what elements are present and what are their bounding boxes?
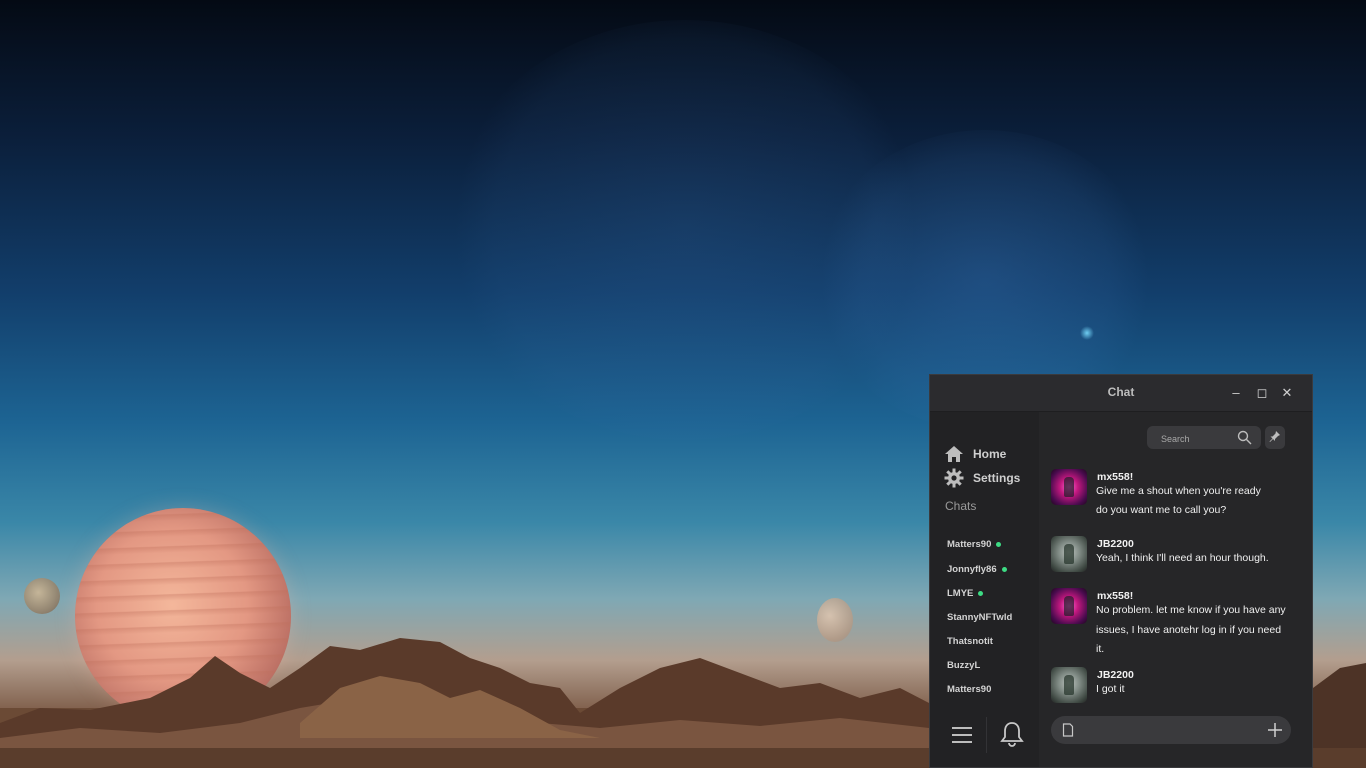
contact-item[interactable]: LMYE <box>947 586 984 600</box>
chat-window: Chat – ◻ ✕ Home Settings Chats Matters90… <box>929 374 1313 768</box>
online-status-dot <box>1001 566 1007 572</box>
online-status-dot <box>996 541 1002 547</box>
sidebar: Home Settings Chats Matters90 Jonnyfly86… <box>930 412 1039 767</box>
message-item: mx558! No problem. let me know if you ha… <box>1051 588 1291 662</box>
plus-icon[interactable] <box>1265 720 1285 740</box>
attach-file-icon[interactable] <box>1062 723 1074 737</box>
chat-main-panel: mx558! Give me a shout when you're ready… <box>1039 412 1312 767</box>
contact-item[interactable]: BuzzyL <box>947 658 980 672</box>
contact-name: Jonnyfly86 <box>947 563 997 575</box>
minimize-button[interactable]: – <box>1226 383 1246 403</box>
avatar-figure <box>1064 544 1074 564</box>
contact-name: LMYE <box>947 587 974 599</box>
avatar-figure <box>1064 477 1074 497</box>
message-username: mx558! <box>1097 590 1134 602</box>
search-input[interactable] <box>1159 429 1239 448</box>
message-text: I got it <box>1096 683 1125 695</box>
message-text: Give me a shout when you're ready <box>1096 485 1261 497</box>
message-text: issues, I have anotehr log in if you nee… <box>1096 624 1282 636</box>
message-text: No problem. let me know if you have any <box>1096 604 1286 616</box>
online-status-dot <box>978 590 984 596</box>
hamburger-menu-icon[interactable] <box>950 723 974 747</box>
contact-name: Thatsnotit <box>947 635 993 647</box>
nav-settings[interactable]: Settings <box>944 468 1020 488</box>
maximize-button[interactable]: ◻ <box>1252 383 1272 403</box>
message-username: JB2200 <box>1097 669 1134 681</box>
user-avatar[interactable] <box>1051 469 1087 505</box>
small-moon <box>24 578 60 614</box>
sidebar-footer <box>930 707 1039 767</box>
user-avatar[interactable] <box>1051 536 1087 572</box>
contact-name: StannyNFTwld <box>947 611 1013 623</box>
footer-divider <box>986 717 987 753</box>
contact-name: BuzzyL <box>947 659 981 671</box>
lens-flare-dot <box>1080 326 1094 340</box>
message-text: Yeah, I think I'll need an hour though. <box>1096 552 1269 564</box>
message-composer <box>1051 716 1291 744</box>
nav-settings-label: Settings <box>973 471 1021 485</box>
nav-home-label: Home <box>973 447 1007 461</box>
user-avatar[interactable] <box>1051 667 1087 703</box>
avatar-figure <box>1064 675 1074 695</box>
contact-item[interactable]: Thatsnotit <box>947 634 993 648</box>
message-item: mx558! Give me a shout when you're ready… <box>1051 469 1291 516</box>
search-box <box>1147 426 1261 449</box>
message-text: do you want me to call you? <box>1096 504 1227 516</box>
gear-icon <box>944 468 964 488</box>
contact-item[interactable]: Matters90 <box>947 682 991 696</box>
chats-heading: Chats <box>945 499 977 513</box>
message-input[interactable] <box>1081 721 1255 741</box>
home-icon <box>945 446 963 462</box>
user-avatar[interactable] <box>1051 588 1087 624</box>
contact-name: Matters90 <box>947 538 992 550</box>
search-icon[interactable] <box>1237 430 1252 445</box>
message-username: JB2200 <box>1097 538 1134 550</box>
close-button[interactable]: ✕ <box>1277 383 1297 403</box>
pin-icon[interactable] <box>1265 426 1285 449</box>
contact-item[interactable]: StannyNFTwld <box>947 610 1012 624</box>
bell-icon[interactable] <box>1000 721 1024 747</box>
message-item: JB2200 I got it <box>1051 667 1291 703</box>
avatar-figure <box>1064 596 1074 616</box>
message-text: it. <box>1096 643 1105 655</box>
nav-home[interactable]: Home <box>944 444 1006 464</box>
contact-item[interactable]: Jonnyfly86 <box>947 562 1007 576</box>
title-bar[interactable]: Chat – ◻ ✕ <box>930 375 1312 412</box>
contact-name: Matters90 <box>947 683 992 695</box>
message-username: mx558! <box>1097 471 1134 483</box>
contact-item[interactable]: Matters90 <box>947 537 1002 551</box>
message-item: JB2200 Yeah, I think I'll need an hour t… <box>1051 536 1291 572</box>
